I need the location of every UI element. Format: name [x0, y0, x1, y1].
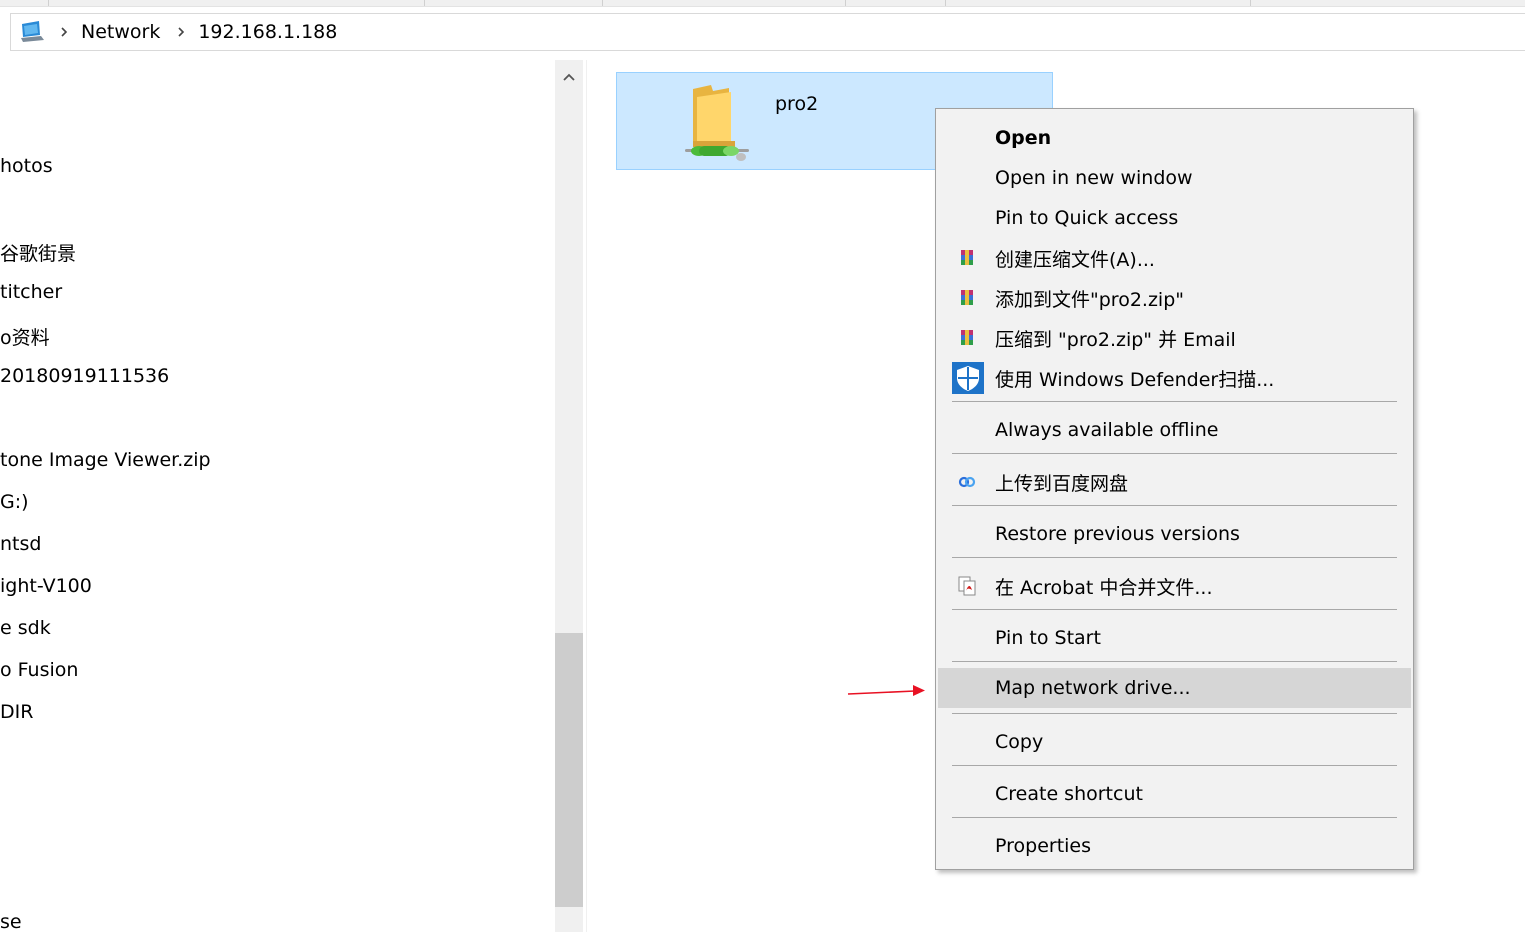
menu-item-open[interactable]: Open [938, 119, 1411, 157]
menu-separator [952, 609, 1397, 610]
navigation-pane: hotos 谷歌街景 titcher o资料 20180919111536 to… [0, 60, 555, 932]
nav-item[interactable]: DIR [0, 701, 33, 723]
menu-separator [952, 817, 1397, 818]
menu-item-pin-quick-access[interactable]: Pin to Quick access [938, 199, 1411, 237]
menu-item-add-to-zip[interactable]: 添加到文件"pro2.zip" [938, 279, 1411, 317]
defender-shield-icon [952, 362, 984, 394]
menu-item-baidu-upload[interactable]: 上传到百度网盘 [938, 463, 1411, 501]
menu-item-always-offline[interactable]: Always available offline [938, 411, 1411, 449]
menu-separator [952, 505, 1397, 506]
nav-item[interactable]: G:) [0, 491, 29, 513]
menu-item-open-new-window[interactable]: Open in new window [938, 159, 1411, 197]
chevron-right-icon[interactable] [174, 25, 188, 39]
menu-separator [952, 557, 1397, 558]
menu-separator [952, 765, 1397, 766]
folder-name: pro2 [775, 93, 819, 115]
menu-separator [952, 401, 1397, 402]
nav-item[interactable]: ight-V100 [0, 575, 92, 597]
tab-strip [0, 0, 1525, 7]
file-explorer-window: Network 192.168.1.188 hotos 谷歌街景 titcher… [0, 0, 1525, 932]
menu-separator [952, 661, 1397, 662]
chevron-up-icon [563, 73, 575, 81]
nav-item[interactable]: o资料 [0, 323, 50, 350]
menu-item-restore-versions[interactable]: Restore previous versions [938, 515, 1411, 553]
context-menu: Open Open in new window Pin to Quick acc… [935, 108, 1414, 870]
nav-item[interactable]: o Fusion [0, 659, 78, 681]
acrobat-icon [956, 575, 978, 597]
address-bar[interactable]: Network 192.168.1.188 [10, 13, 1525, 51]
menu-item-acrobat-combine[interactable]: 在 Acrobat 中合并文件... [938, 567, 1411, 605]
menu-item-pin-start[interactable]: Pin to Start [938, 619, 1411, 657]
menu-item-map-network-drive[interactable]: Map network drive... [938, 668, 1411, 708]
menu-separator [952, 453, 1397, 454]
nav-item[interactable]: 谷歌街景 [0, 239, 76, 266]
chevron-right-icon[interactable] [57, 25, 71, 39]
nav-scrollbar[interactable] [555, 60, 583, 932]
winrar-icon [956, 287, 978, 309]
menu-item-create-shortcut[interactable]: Create shortcut [938, 775, 1411, 813]
pane-divider[interactable] [586, 60, 587, 932]
nav-item[interactable]: titcher [0, 281, 62, 303]
menu-item-properties[interactable]: Properties [938, 827, 1411, 865]
nav-item[interactable]: hotos [0, 155, 53, 177]
baidu-netdisk-icon [956, 471, 978, 493]
nav-item[interactable]: e sdk [0, 617, 51, 639]
scroll-up-button[interactable] [555, 60, 583, 94]
annotation-arrow-icon [847, 685, 925, 696]
network-folder-icon [685, 85, 749, 161]
nav-item[interactable]: tone Image Viewer.zip [0, 449, 211, 471]
menu-item-create-archive[interactable]: 创建压缩文件(A)... [938, 239, 1411, 277]
winrar-icon [956, 247, 978, 269]
menu-item-zip-and-email[interactable]: 压缩到 "pro2.zip" 并 Email [938, 319, 1411, 357]
nav-item[interactable]: se [0, 911, 22, 932]
breadcrumb-host[interactable]: 192.168.1.188 [198, 21, 337, 43]
menu-item-copy[interactable]: Copy [938, 723, 1411, 761]
nav-item[interactable]: 20180919111536 [0, 365, 169, 387]
menu-separator [952, 713, 1397, 714]
winrar-icon [956, 327, 978, 349]
menu-item-defender-scan[interactable]: 使用 Windows Defender扫描... [938, 359, 1411, 397]
scroll-thumb[interactable] [555, 633, 583, 907]
nav-item[interactable]: ntsd [0, 533, 41, 555]
this-pc-icon[interactable] [19, 20, 45, 44]
breadcrumb-network[interactable]: Network [81, 21, 160, 43]
